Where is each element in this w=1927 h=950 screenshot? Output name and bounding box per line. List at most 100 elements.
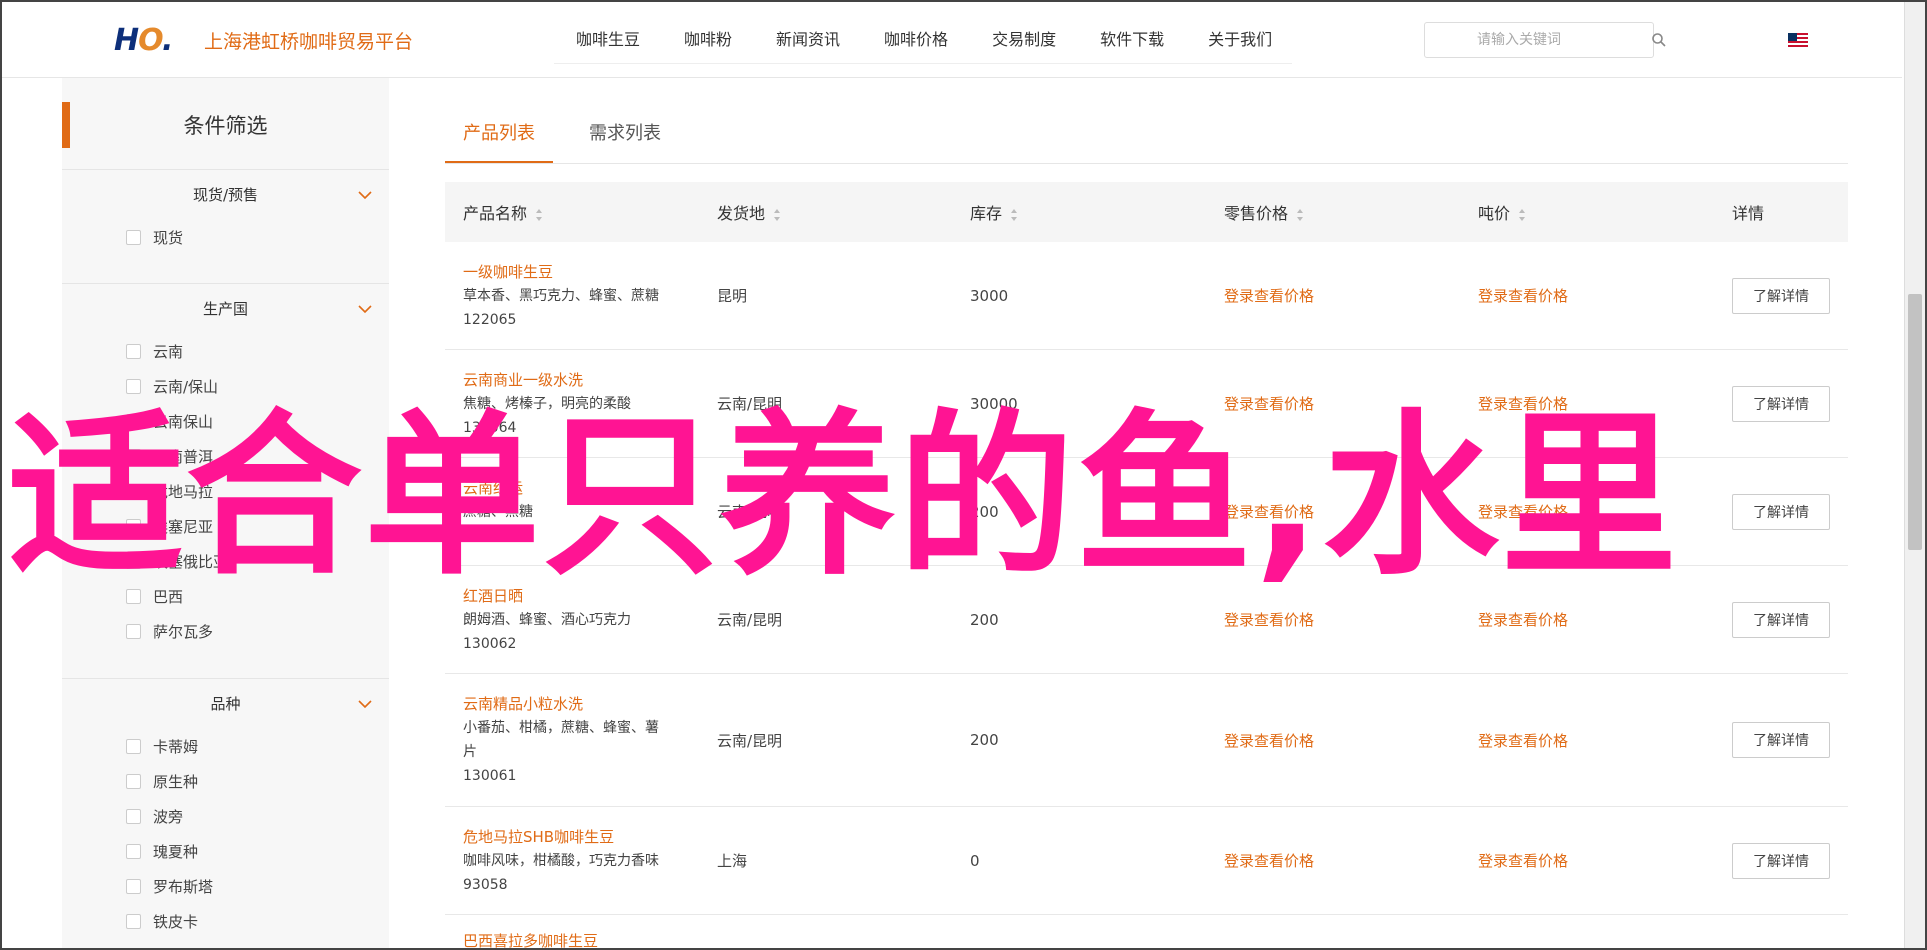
detail-button[interactable]: 了解详情	[1732, 842, 1830, 879]
filter-head-variety[interactable]: 品种	[62, 679, 389, 729]
checkbox[interactable]	[126, 879, 141, 894]
filter-option[interactable]: 铁皮卡	[62, 904, 389, 939]
checkbox[interactable]	[126, 809, 141, 824]
nav-item-prices[interactable]: 咖啡价格	[862, 20, 970, 63]
retail-price-login-link[interactable]: 登录查看价格	[1224, 732, 1314, 750]
product-code: 93058	[463, 876, 508, 893]
nav-item-coffee-powder[interactable]: 咖啡粉	[662, 20, 754, 63]
product-name-link[interactable]: 云南商业一级水洗	[463, 368, 699, 392]
scrollbar-thumb[interactable]	[1908, 294, 1922, 550]
product-name-link[interactable]: 一级咖啡生豆	[463, 260, 699, 284]
ton-price-login-link[interactable]: 登录查看价格	[1478, 287, 1568, 305]
sort-icon[interactable]	[1518, 208, 1526, 222]
nav-item-software-download[interactable]: 软件下载	[1078, 20, 1186, 63]
tab-product-list[interactable]: 产品列表	[445, 108, 553, 163]
checkbox[interactable]	[126, 230, 141, 245]
filter-option[interactable]: 巴西	[62, 579, 389, 614]
retail-price-login-link[interactable]: 登录查看价格	[1224, 611, 1314, 629]
filter-option[interactable]: 埃塞俄比亚	[62, 544, 389, 579]
page-scrollbar[interactable]	[1904, 2, 1925, 948]
checkbox[interactable]	[126, 379, 141, 394]
chevron-down-icon	[358, 191, 372, 200]
detail-button[interactable]: 了解详情	[1732, 722, 1830, 758]
ton-price-login-link[interactable]: 登录查看价格	[1478, 503, 1568, 521]
checkbox[interactable]	[126, 589, 141, 604]
col-header-name[interactable]: 产品名称	[445, 200, 699, 224]
product-name-link[interactable]: 云南精品小粒水洗	[463, 692, 665, 716]
product-code: 130061	[463, 768, 517, 784]
nav-item-green-beans[interactable]: 咖啡生豆	[554, 20, 662, 63]
filter-head-availability[interactable]: 现货/预售	[62, 170, 389, 220]
detail-button[interactable]: 了解详情	[1732, 493, 1830, 530]
product-name-link[interactable]: 危地马拉SHB咖啡生豆	[463, 825, 699, 849]
sort-icon[interactable]	[535, 208, 543, 222]
product-cell: 危地马拉SHB咖啡生豆 咖啡风味，柑橘酸，巧克力香味 93058	[445, 825, 699, 897]
retail-price-login-link[interactable]: 登录查看价格	[1224, 395, 1314, 413]
site-name[interactable]: 上海港虹桥咖啡贸易平台	[204, 27, 413, 54]
col-header-ton-price[interactable]: 吨价	[1460, 200, 1714, 224]
sort-icon[interactable]	[1296, 208, 1304, 222]
search-icon[interactable]	[1651, 23, 1667, 57]
nav-item-news[interactable]: 新闻资讯	[754, 20, 862, 63]
checkbox[interactable]	[126, 414, 141, 429]
nav-item-trading-rules[interactable]: 交易制度	[970, 20, 1078, 63]
table-row: 云南精品小粒水洗 小番茄、柑橘，蔗糖、蜂蜜、薯片 130061 云南/昆明 20…	[445, 674, 1848, 807]
checkbox[interactable]	[126, 774, 141, 789]
product-cell: 云南商业一级水洗 焦糖、烤榛子，明亮的柔酸 130064	[445, 368, 699, 440]
filter-option[interactable]: 罗布斯塔	[62, 869, 389, 904]
filter-option[interactable]: 波旁	[62, 799, 389, 834]
nav-item-about-us[interactable]: 关于我们	[1186, 20, 1294, 63]
search-box	[1424, 22, 1666, 58]
filter-option[interactable]: 埃塞尼亚	[62, 509, 389, 544]
filter-option[interactable]: 危地马拉	[62, 474, 389, 509]
col-header-origin[interactable]: 发货地	[699, 200, 952, 224]
filter-option[interactable]: 瑰夏种	[62, 834, 389, 869]
filter-option-label: 现货	[153, 229, 184, 247]
filter-option[interactable]: 原生种	[62, 764, 389, 799]
filter-option-label: 云南普洱	[153, 448, 214, 466]
filter-option[interactable]: 云南普洱	[62, 439, 389, 474]
filter-option-label: 萨尔瓦多	[153, 623, 214, 641]
checkbox[interactable]	[126, 344, 141, 359]
checkbox[interactable]	[126, 739, 141, 754]
origin-cell: 云南/昆明	[717, 395, 783, 413]
retail-price-login-link[interactable]: 登录查看价格	[1224, 852, 1314, 870]
filter-option[interactable]: 卡蒂姆	[62, 729, 389, 764]
sort-icon[interactable]	[1010, 208, 1018, 222]
filter-option[interactable]: 萨尔瓦多	[62, 614, 389, 649]
us-flag-icon[interactable]	[1788, 33, 1808, 47]
checkbox[interactable]	[126, 449, 141, 464]
checkbox[interactable]	[126, 554, 141, 569]
search-input[interactable]	[1425, 23, 1651, 57]
retail-price-login-link[interactable]: 登录查看价格	[1224, 503, 1314, 521]
ton-price-login-link[interactable]: 登录查看价格	[1478, 852, 1568, 870]
detail-button[interactable]: 了解详情	[1732, 601, 1830, 638]
checkbox[interactable]	[126, 844, 141, 859]
detail-button[interactable]: 了解详情	[1732, 385, 1830, 422]
col-header-retail-price[interactable]: 零售价格	[1206, 200, 1460, 224]
filter-option[interactable]: 云南	[62, 334, 389, 369]
filter-head-country[interactable]: 生产国	[62, 284, 389, 334]
ton-price-login-link[interactable]: 登录查看价格	[1478, 611, 1568, 629]
logo[interactable]: HO.	[114, 23, 173, 58]
checkbox[interactable]	[126, 519, 141, 534]
sort-icon[interactable]	[773, 208, 781, 222]
filter-head-label: 生产国	[202, 300, 248, 318]
filter-option[interactable]: 云南/保山	[62, 369, 389, 404]
checkbox[interactable]	[126, 624, 141, 639]
ton-price-login-link[interactable]: 登录查看价格	[1478, 395, 1568, 413]
filter-option[interactable]: 云南保山	[62, 404, 389, 439]
table-row: 一级咖啡生豆 草本香、黑巧克力、蜂蜜、蔗糖 122065 昆明 3000 登录查…	[445, 242, 1848, 350]
product-name-link[interactable]: 红酒日晒	[463, 584, 699, 608]
product-name-link[interactable]: 云南红运	[463, 476, 699, 500]
detail-button[interactable]: 了解详情	[1732, 277, 1830, 314]
col-header-stock[interactable]: 库存	[952, 200, 1206, 224]
checkbox[interactable]	[126, 484, 141, 499]
ton-price-login-link[interactable]: 登录查看价格	[1478, 732, 1568, 750]
checkbox[interactable]	[126, 914, 141, 929]
retail-price-login-link[interactable]: 登录查看价格	[1224, 287, 1314, 305]
tab-demand-list[interactable]: 需求列表	[571, 108, 679, 163]
filter-option[interactable]: 现货	[62, 220, 389, 255]
product-desc: 焦糖、烤榛子，明亮的柔酸	[463, 395, 631, 412]
product-name-link[interactable]: 巴西喜拉多咖啡生豆	[463, 929, 699, 948]
